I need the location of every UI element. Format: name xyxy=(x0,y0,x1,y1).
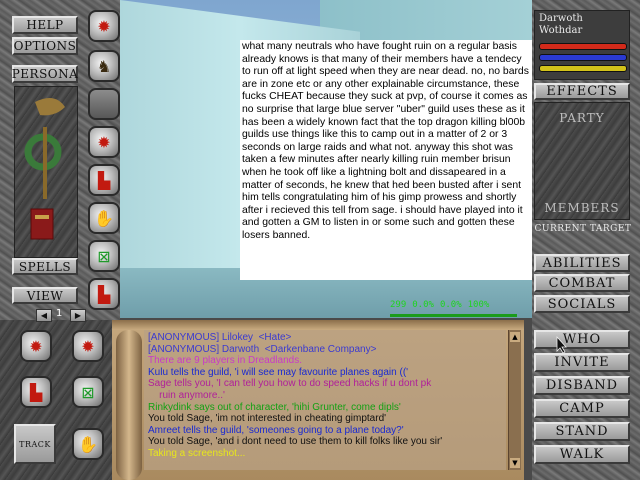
current-target-label: CURRENT TARGET xyxy=(534,224,632,234)
invite-button[interactable]: INVITE xyxy=(534,353,630,372)
experience-bar xyxy=(390,314,517,317)
spell-gem-5[interactable]: ▙ xyxy=(88,164,120,196)
party-label: PARTY xyxy=(559,111,605,125)
walk-button[interactable]: WALK xyxy=(534,445,630,464)
chat-line: [ANONYMOUS] Darwoth <Darkenbane Company> xyxy=(148,343,377,355)
chat-scroll-down-icon[interactable]: ▼ xyxy=(510,458,520,468)
hotkey-6[interactable]: ✋ xyxy=(72,428,104,460)
hotkey-3[interactable]: ▙ xyxy=(20,376,52,408)
spell-gem-4[interactable]: ✹ xyxy=(88,126,120,158)
spell-gem-1[interactable]: ✹ xyxy=(88,10,120,42)
chat-log[interactable]: [ANONYMOUS] Lilokey <Hate> [ANONYMOUS] Da… xyxy=(144,330,506,470)
effects-button[interactable]: EFFECTS xyxy=(534,83,630,100)
abilities-button[interactable]: ABILITIES xyxy=(534,254,630,272)
target-window[interactable]: Darwoth Wothdar xyxy=(534,10,630,80)
chat-line: Sage tells you, 'I can tell you how to d… xyxy=(148,378,432,390)
spell-gem-3[interactable] xyxy=(88,88,120,120)
stat-value: 299 xyxy=(390,300,407,310)
chat-line: You told Sage, 'im not interested in che… xyxy=(148,413,387,425)
track-button[interactable]: TRACK xyxy=(14,424,56,464)
chat-line: Amreet tells the guild, 'someones going … xyxy=(148,424,404,436)
persona-emblem-icon xyxy=(24,98,65,240)
chat-line: ruin anymore..' xyxy=(148,389,225,401)
spells-button[interactable]: SPELLS xyxy=(12,258,78,275)
hotkey-2[interactable]: ✹ xyxy=(72,330,104,362)
party-window: PARTY MEMBERS xyxy=(534,102,630,220)
hotbar-page-number: 1 xyxy=(56,308,63,319)
stats-readout: 299 0.0% 0.0% 100% xyxy=(390,300,515,314)
spell-gem-7[interactable]: ⊠ xyxy=(88,240,120,272)
socials-button[interactable]: SOCIALS xyxy=(534,295,630,313)
hotbar-next-button[interactable]: ▶ xyxy=(70,309,86,322)
overlay-text-box: what many neutrals who have fought ruin … xyxy=(240,40,532,280)
mana-bar xyxy=(539,54,627,61)
scroll-roll-top xyxy=(112,320,524,330)
camp-button[interactable]: CAMP xyxy=(534,399,630,418)
members-label: MEMBERS xyxy=(544,201,620,215)
hotbar-prev-button[interactable]: ◀ xyxy=(36,309,52,322)
chat-line: Rinkydink says out of character, 'hihi G… xyxy=(148,401,401,413)
target-name: Darwoth xyxy=(539,13,583,24)
stand-button[interactable]: STAND xyxy=(534,422,630,441)
spell-gem-8[interactable]: ▙ xyxy=(88,278,120,310)
chat-line: There are 9 players in Dreadlands. xyxy=(148,355,302,367)
spell-gem-6[interactable]: ✋ xyxy=(88,202,120,234)
combat-button[interactable]: COMBAT xyxy=(534,274,630,292)
spell-gem-2[interactable]: ♞ xyxy=(88,50,120,82)
stat-value: 0.0% xyxy=(412,300,434,310)
chat-scrollbar[interactable]: ▲ ▼ xyxy=(508,330,521,470)
mouse-cursor-icon xyxy=(556,336,567,354)
chat-scroll-up-icon[interactable]: ▲ xyxy=(510,332,520,342)
health-bar xyxy=(539,43,627,50)
stat-value: 100% xyxy=(467,300,490,310)
view-button[interactable]: VIEW xyxy=(12,287,78,304)
hotkey-1[interactable]: ✹ xyxy=(20,330,52,362)
persona-button[interactable]: PERSONA xyxy=(12,65,78,83)
help-button[interactable]: HELP xyxy=(12,16,78,34)
stamina-bar xyxy=(539,65,627,72)
scroll-roll-left xyxy=(116,330,142,480)
options-button[interactable]: OPTIONS xyxy=(12,37,78,55)
chat-line: [ANONYMOUS] Lilokey <Hate> xyxy=(148,332,292,343)
chat-line: Taking a screenshot... xyxy=(148,447,246,459)
chat-line: Kulu tells the guild, 'i will see may fa… xyxy=(148,366,409,378)
who-button[interactable]: WHO xyxy=(534,330,630,349)
persona-portrait xyxy=(14,86,78,258)
disband-button[interactable]: DISBAND xyxy=(534,376,630,395)
hotkey-4[interactable]: ⊠ xyxy=(72,376,104,408)
target-subname: Wothdar xyxy=(539,25,583,36)
chat-line: You told Sage, 'and i dont need to use t… xyxy=(148,436,443,448)
stat-value: 0.0% xyxy=(439,300,462,310)
